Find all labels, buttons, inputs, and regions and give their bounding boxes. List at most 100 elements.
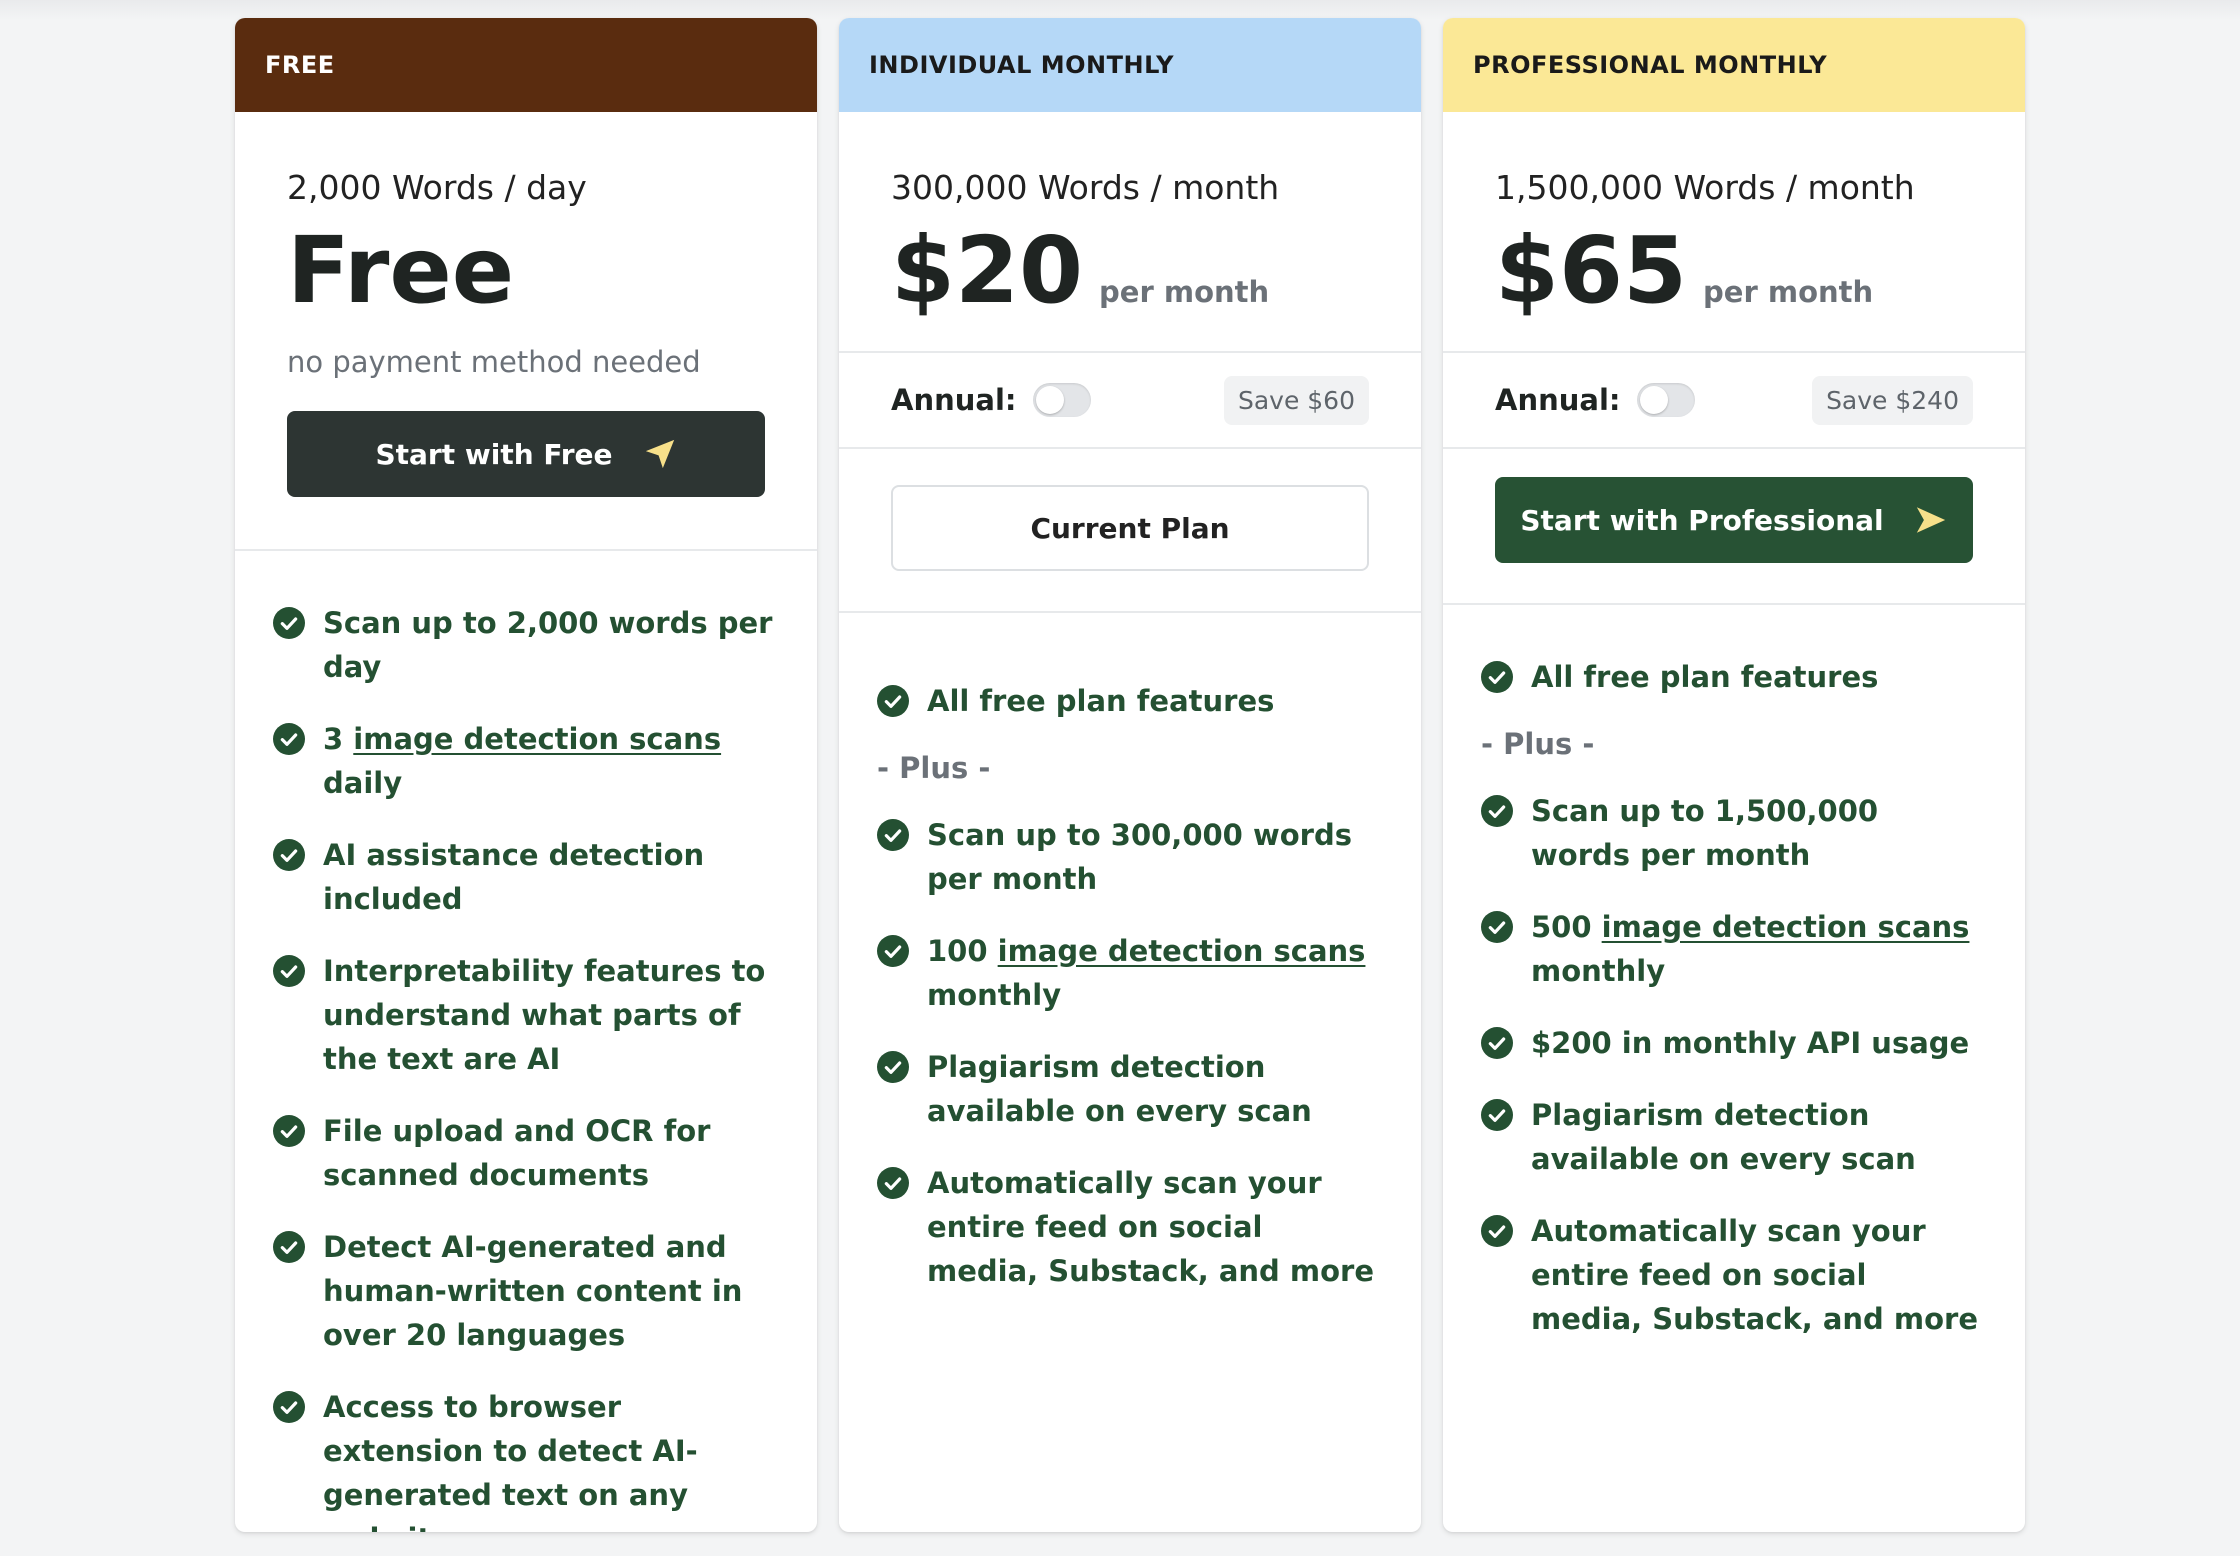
- feature-text: Scan up to 2,000 words per day: [323, 601, 779, 689]
- feature-item: All free plan features: [1481, 655, 1987, 699]
- button-label: Start with Free: [375, 437, 613, 471]
- feature-text-pre: AI assistance detection included: [323, 838, 705, 916]
- plan-card-professional: PROFESSIONAL MONTHLY 1,500,000 Words / m…: [1443, 18, 2025, 1532]
- feature-text-pre: 500: [1531, 910, 1602, 944]
- feature-text-pre: Scan up to 2,000 words per day: [323, 606, 773, 684]
- toggle-knob: [1639, 386, 1668, 414]
- save-badge: Save $240: [1812, 375, 1973, 425]
- feature-item: $200 in monthly API usage: [1481, 1021, 1987, 1065]
- feature-item: Access to browser extension to detect AI…: [273, 1385, 779, 1532]
- feature-text-pre: $200 in monthly API usage: [1531, 1026, 1970, 1060]
- feature-text-pre: Plagiarism detection available on every …: [1531, 1098, 1916, 1176]
- annual-label: Annual:: [1495, 383, 1621, 417]
- feature-text-pre: All free plan features: [1531, 660, 1879, 694]
- feature-text: 500 image detection scans monthly: [1531, 905, 1987, 993]
- word-limit: 300,000 Words / month: [891, 168, 1280, 207]
- feature-text-pre: File upload and OCR for scanned document…: [323, 1114, 711, 1192]
- check-circle-icon: [273, 1391, 305, 1423]
- check-circle-icon: [1481, 911, 1513, 943]
- save-badge: Save $60: [1223, 375, 1369, 425]
- feature-text-pre: Plagiarism detection available on every …: [927, 1050, 1312, 1128]
- image-detection-scans-link[interactable]: image detection scans: [998, 934, 1366, 968]
- feature-text: Automatically scan your entire feed on s…: [927, 1161, 1383, 1293]
- check-circle-icon: [1481, 1027, 1513, 1059]
- feature-text: Automatically scan your entire feed on s…: [1531, 1209, 1987, 1341]
- feature-text-pre: Automatically scan your entire feed on s…: [1531, 1214, 1979, 1336]
- check-circle-icon: [1481, 1215, 1513, 1247]
- plan-header-professional: PROFESSIONAL MONTHLY: [1443, 18, 2025, 112]
- feature-item: 100 image detection scans monthly: [877, 929, 1383, 1017]
- annual-row: Annual: Save $60: [839, 353, 1421, 447]
- feature-item: Automatically scan your entire feed on s…: [877, 1161, 1383, 1293]
- feature-text: Detect AI-generated and human-written co…: [323, 1225, 779, 1357]
- annual-toggle[interactable]: [1032, 383, 1091, 417]
- send-arrow-icon: [645, 439, 674, 469]
- feature-item: Interpretability features to understand …: [273, 949, 779, 1081]
- feature-text-pre: 100: [927, 934, 998, 968]
- annual-toggle[interactable]: [1636, 383, 1695, 417]
- feature-list: All free plan features - Plus - Scan up to…: [839, 613, 1421, 1293]
- check-circle-icon: [877, 1167, 909, 1199]
- feature-item: File upload and OCR for scanned document…: [273, 1109, 779, 1197]
- button-label: Start with Professional: [1520, 503, 1884, 537]
- check-circle-icon: [1481, 661, 1513, 693]
- annual-label: Annual:: [891, 383, 1017, 417]
- image-detection-scans-link[interactable]: image detection scans: [353, 722, 721, 756]
- feature-list: All free plan features - Plus - Scan up to…: [1443, 605, 2025, 1341]
- top-shade: [0, 0, 2240, 20]
- plan-header-free: FREE: [235, 18, 817, 112]
- feature-text: All free plan features: [1531, 655, 1878, 699]
- word-limit: 2,000 Words / day: [287, 168, 587, 207]
- check-circle-icon: [877, 1051, 909, 1083]
- check-circle-icon: [273, 1231, 305, 1263]
- word-limit: 1,500,000 Words / month: [1495, 168, 1915, 207]
- annual-row: Annual: Save $240: [1443, 353, 2025, 447]
- feature-text-pre: Automatically scan your entire feed on s…: [927, 1166, 1375, 1288]
- feature-item: Scan up to 1,500,000 words per month: [1481, 789, 1987, 877]
- plus-separator: - Plus -: [1481, 727, 1595, 761]
- send-arrow-icon: [1916, 507, 1945, 533]
- start-with-professional-button[interactable]: Start with Professional: [1495, 477, 1973, 563]
- toggle-knob: [1035, 386, 1064, 414]
- price-period: per month: [1703, 275, 1874, 309]
- feature-text: AI assistance detection included: [323, 833, 779, 921]
- plan-card-free: FREE 2,000 Words / day Free no payment m…: [235, 18, 817, 1532]
- feature-text-pre: All free plan features: [927, 684, 1275, 718]
- feature-item: Automatically scan your entire feed on s…: [1481, 1209, 1987, 1341]
- check-circle-icon: [273, 607, 305, 639]
- start-with-free-button[interactable]: Start with Free: [287, 411, 765, 497]
- price: $65: [1495, 217, 1688, 324]
- feature-text: All free plan features: [927, 679, 1274, 723]
- feature-item: All free plan features: [877, 679, 1383, 723]
- price: Free: [287, 217, 515, 324]
- plan-header-individual: INDIVIDUAL MONTHLY: [839, 18, 1421, 112]
- button-label: Current Plan: [1030, 511, 1230, 545]
- feature-text: Scan up to 1,500,000 words per month: [1531, 789, 1987, 877]
- feature-item: AI assistance detection included: [273, 833, 779, 921]
- feature-text: 100 image detection scans monthly: [927, 929, 1383, 1017]
- image-detection-scans-link[interactable]: image detection scans: [1602, 910, 1970, 944]
- check-circle-icon: [273, 1115, 305, 1147]
- feature-text: Scan up to 300,000 words per month: [927, 813, 1383, 901]
- feature-text-pre: 3: [323, 722, 354, 756]
- feature-item: Plagiarism detection available on every …: [877, 1045, 1383, 1133]
- feature-text-pre: Detect AI-generated and human-written co…: [323, 1230, 743, 1352]
- feature-text-post: monthly: [1531, 954, 1666, 988]
- feature-text-post: daily: [323, 766, 403, 800]
- feature-item: Plagiarism detection available on every …: [1481, 1093, 1987, 1181]
- check-circle-icon: [1481, 795, 1513, 827]
- feature-text: $200 in monthly API usage: [1531, 1021, 1969, 1065]
- feature-item: Scan up to 300,000 words per month: [877, 813, 1383, 901]
- feature-text-post: monthly: [927, 978, 1062, 1012]
- feature-text-pre: Scan up to 1,500,000 words per month: [1531, 794, 1879, 872]
- check-circle-icon: [1481, 1099, 1513, 1131]
- price-period: per month: [1099, 275, 1270, 309]
- feature-list: Scan up to 2,000 words per day 3 image de…: [235, 551, 817, 1532]
- feature-text: Access to browser extension to detect AI…: [323, 1385, 779, 1532]
- check-circle-icon: [877, 685, 909, 717]
- check-circle-icon: [877, 819, 909, 851]
- feature-item: Scan up to 2,000 words per day: [273, 601, 779, 689]
- price: $20: [891, 217, 1084, 324]
- feature-item: Detect AI-generated and human-written co…: [273, 1225, 779, 1357]
- current-plan-button[interactable]: Current Plan: [891, 485, 1369, 571]
